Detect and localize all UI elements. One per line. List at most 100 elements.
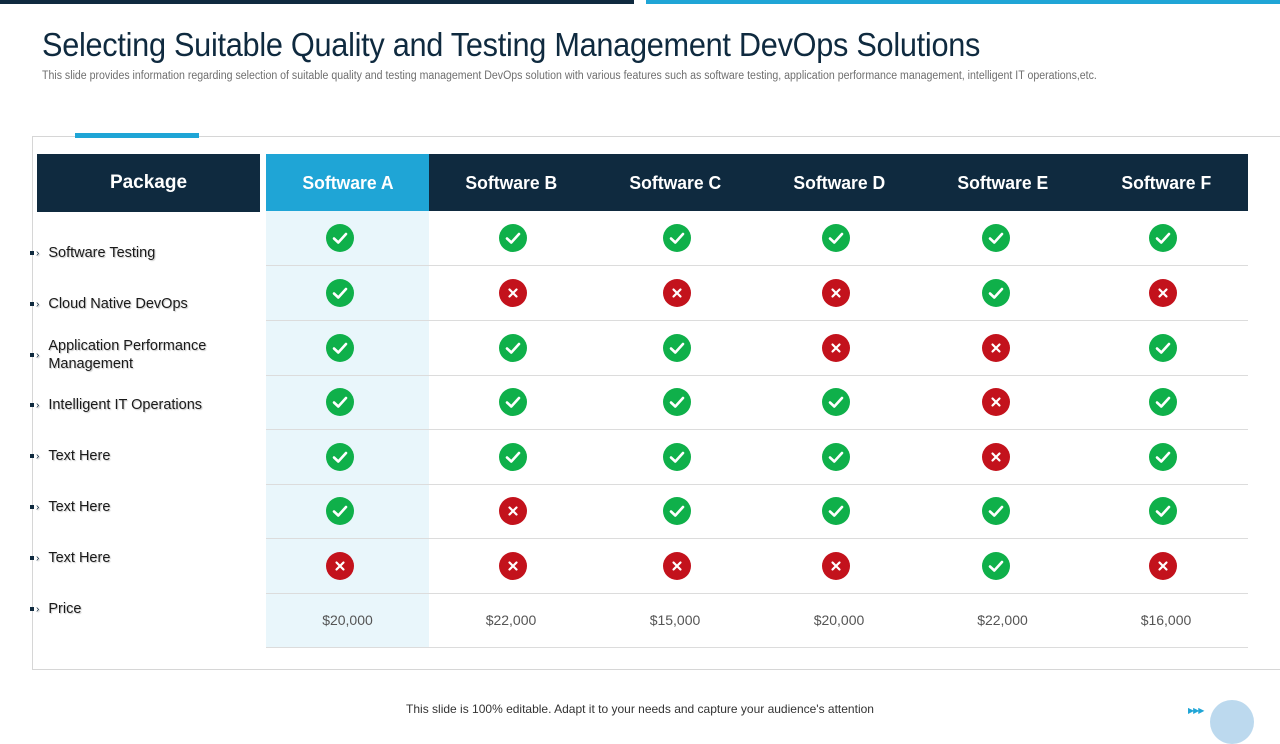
check-circle-icon <box>663 443 691 471</box>
check-circle-icon <box>663 388 691 416</box>
check-circle-icon <box>663 497 691 525</box>
cross-circle-icon <box>1149 279 1177 307</box>
checkmark-glyph <box>669 396 685 408</box>
software-header-label: Software E <box>957 171 1048 193</box>
cross-circle-icon <box>822 552 850 580</box>
software-header-label: Software D <box>793 171 885 193</box>
software-header-c: Software C <box>593 154 757 211</box>
row-divider <box>266 647 1248 648</box>
price-cell: $16,000 <box>1140 612 1192 628</box>
feature-label: Text Here <box>48 448 111 464</box>
check-circle-icon <box>982 279 1010 307</box>
checkmark-glyph <box>828 232 844 244</box>
bullet-square-icon <box>30 556 34 560</box>
check-circle-icon <box>982 224 1010 252</box>
feature-row-label: › Price <box>30 598 260 620</box>
checkmark-glyph <box>332 396 348 408</box>
frame-accent-bar <box>75 133 199 138</box>
cross-circle-icon <box>326 552 354 580</box>
next-arrows-icon[interactable]: ▶▶▶ <box>1188 706 1205 715</box>
x-glyph <box>672 561 682 571</box>
check-circle-icon <box>326 443 354 471</box>
checkmark-glyph <box>669 342 685 354</box>
checkmark-glyph <box>505 396 521 408</box>
cross-circle-icon <box>982 388 1010 416</box>
software-header-label: Software C <box>629 171 721 193</box>
check-circle-icon <box>1149 443 1177 471</box>
bullet-square-icon <box>30 505 34 509</box>
chevron-right-icon: › <box>36 298 40 310</box>
check-circle-icon <box>822 224 850 252</box>
checkmark-glyph <box>332 342 348 354</box>
check-circle-icon <box>1149 388 1177 416</box>
checkmark-glyph <box>332 287 348 299</box>
software-header-e: Software E <box>921 154 1084 211</box>
chevron-right-icon: › <box>36 247 40 259</box>
bullet-square-icon <box>30 403 34 407</box>
price-cell: $20,000 <box>322 612 373 628</box>
checkmark-glyph <box>332 232 348 244</box>
check-circle-icon <box>499 334 527 362</box>
feature-row-label: › Software Testing <box>30 242 260 264</box>
bullet-square-icon <box>30 251 34 255</box>
price-cell: $15,000 <box>649 612 701 628</box>
checkmark-glyph <box>505 451 521 463</box>
check-circle-icon <box>326 497 354 525</box>
x-glyph <box>508 288 518 298</box>
row-divider <box>266 265 1248 266</box>
checkmark-glyph <box>988 287 1004 299</box>
row-divider <box>266 320 1248 321</box>
cross-circle-icon <box>822 334 850 362</box>
bullet-square-icon <box>30 353 34 357</box>
check-circle-icon <box>982 497 1010 525</box>
software-header-label: Software F <box>1121 171 1211 193</box>
x-glyph <box>831 288 841 298</box>
checkmark-glyph <box>828 451 844 463</box>
checkmark-glyph <box>828 396 844 408</box>
x-glyph <box>991 397 1001 407</box>
software-header-f: Software F <box>1084 154 1248 211</box>
row-divider <box>266 375 1248 376</box>
row-divider <box>266 484 1248 485</box>
checkmark-glyph <box>828 505 844 517</box>
top-bar-accent <box>646 0 1280 4</box>
check-circle-icon <box>1149 334 1177 362</box>
feature-label: Text Here <box>48 550 111 566</box>
x-glyph <box>831 561 841 571</box>
cross-circle-icon <box>499 497 527 525</box>
checkmark-glyph <box>1155 451 1171 463</box>
checkmark-glyph <box>669 451 685 463</box>
checkmark-glyph <box>332 451 348 463</box>
row-divider <box>266 538 1248 539</box>
price-cell: $22,000 <box>485 612 537 628</box>
bullet-square-icon <box>30 607 34 611</box>
x-glyph <box>1158 288 1168 298</box>
check-circle-icon <box>326 224 354 252</box>
x-glyph <box>672 288 682 298</box>
checkmark-glyph <box>1155 505 1171 517</box>
feature-row-label: › Application Performance Management <box>30 336 260 374</box>
check-circle-icon <box>822 497 850 525</box>
feature-row-label: › Cloud Native DevOps <box>30 293 260 315</box>
checkmark-glyph <box>669 232 685 244</box>
chevron-right-icon: › <box>36 501 40 513</box>
package-header: Package <box>37 154 260 212</box>
checkmark-glyph <box>1155 342 1171 354</box>
feature-row-label: › Text Here <box>30 445 260 467</box>
x-glyph <box>335 561 345 571</box>
check-circle-icon <box>822 388 850 416</box>
bullet-square-icon <box>30 454 34 458</box>
cross-circle-icon <box>1149 552 1177 580</box>
cross-circle-icon <box>982 443 1010 471</box>
checkmark-glyph <box>1155 232 1171 244</box>
check-circle-icon <box>663 224 691 252</box>
feature-row-label: › Text Here <box>30 496 260 518</box>
price-cell: $20,000 <box>813 612 865 628</box>
chevron-right-icon: › <box>36 399 40 411</box>
check-circle-icon <box>822 443 850 471</box>
software-header-a: Software A <box>266 154 429 211</box>
row-divider <box>266 593 1248 594</box>
feature-label: Price <box>48 601 82 617</box>
checkmark-glyph <box>505 232 521 244</box>
cross-circle-icon <box>663 552 691 580</box>
